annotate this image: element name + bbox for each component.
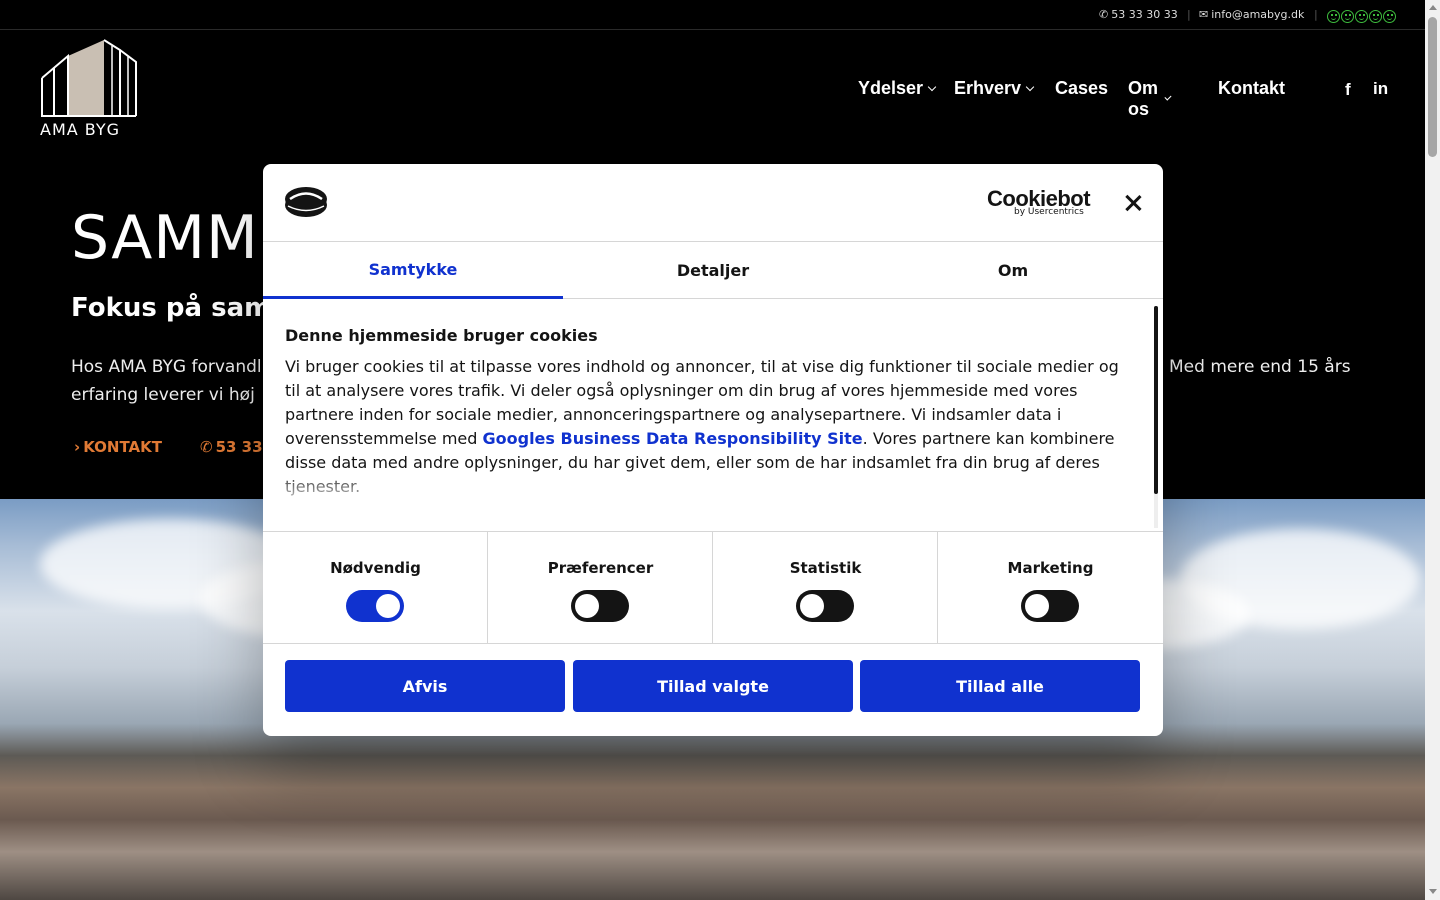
dialog-header: Cookiebot by Usercentrics	[263, 164, 1163, 242]
topbar-phone-text: 53 33 30 33	[1111, 8, 1178, 21]
toggle-statistics[interactable]	[796, 590, 854, 622]
smiley-icon	[1327, 10, 1340, 23]
toggle-label: Præferencer	[547, 559, 654, 577]
dialog-tabs: Samtykke Detaljer Om	[263, 242, 1163, 299]
hero-contact-label: KONTAKT	[83, 438, 162, 456]
chevron-down-icon	[1025, 82, 1035, 91]
chevron-down-icon	[927, 82, 937, 91]
tab-samtykke[interactable]: Samtykke	[263, 242, 563, 299]
topbar-phone-link[interactable]: ✆ 53 33 30 33	[1099, 8, 1178, 21]
top-bar: ✆ 53 33 30 33 | ✉ info@amabyg.dk |	[0, 0, 1425, 30]
hero-paragraph: Hos AMA BYG forvandl	[71, 357, 262, 377]
allow-all-button[interactable]: Tillad alle	[860, 660, 1140, 712]
smiley-rating[interactable]	[1327, 10, 1396, 23]
smiley-icon	[1369, 10, 1382, 23]
toggle-col-marketing: Marketing	[938, 532, 1163, 644]
scroll-down-icon[interactable]	[1429, 889, 1437, 894]
cookie-consent-dialog: Cookiebot by Usercentrics Samtykke Detal…	[263, 164, 1163, 736]
facebook-icon[interactable]: f	[1345, 80, 1351, 100]
nav-label: Cases	[1055, 78, 1109, 98]
nav-label: Ydelser	[858, 78, 924, 98]
toggle-label: Nødvendig	[330, 559, 421, 577]
smiley-icon	[1355, 10, 1368, 23]
topbar-separator: |	[1314, 8, 1318, 21]
chevron-down-icon	[1164, 93, 1172, 101]
phone-icon: ✆	[1099, 8, 1109, 21]
toggle-preferences[interactable]	[571, 590, 629, 622]
toggle-col-preferences: Præferencer	[488, 532, 713, 644]
logo-text: AMA BYG	[40, 120, 121, 139]
toggle-knob	[800, 594, 824, 618]
smiley-icon	[1341, 10, 1354, 23]
scroll-up-icon[interactable]	[1429, 5, 1437, 10]
nav-label: Erhverv	[954, 78, 1022, 98]
hero-paragraph-line2: erfaring leverer vi høj	[71, 385, 255, 405]
cookiebot-brand-by: by Usercentrics	[1014, 207, 1084, 217]
reject-button[interactable]: Afvis	[285, 660, 565, 712]
nav-item-cases[interactable]: Cases	[1055, 78, 1108, 99]
toggle-knob	[376, 594, 400, 618]
toggle-label: Statistik	[789, 559, 862, 577]
nav-label: Om os	[1128, 78, 1159, 119]
linkedin-icon[interactable]: in	[1373, 79, 1388, 99]
page-scrollbar[interactable]	[1425, 0, 1440, 900]
nav-item-om-os[interactable]: Om os	[1128, 78, 1172, 120]
dialog-body[interactable]: Denne hjemmeside bruger cookies Vi bruge…	[263, 300, 1163, 531]
toggle-necessary[interactable]	[346, 590, 404, 622]
allow-selected-button[interactable]: Tillad valgte	[573, 660, 853, 712]
hero-contact-link[interactable]: › KONTAKT	[74, 438, 162, 456]
topbar-separator: |	[1187, 8, 1191, 21]
scroll-thumb[interactable]	[1428, 17, 1437, 157]
mail-icon: ✉	[1199, 8, 1209, 21]
chevron-right-icon: ›	[74, 438, 81, 456]
consent-toggles: Nødvendig Præferencer Statistik Marketin…	[263, 531, 1163, 644]
hero-paragraph-end: Med mere end 15 års	[1169, 357, 1351, 377]
phone-icon: ✆	[200, 438, 213, 456]
cookiebot-logo-icon	[285, 187, 327, 217]
google-business-data-link[interactable]: Googles Business Data Responsibility Sit…	[483, 429, 863, 448]
dialog-heading: Denne hjemmeside bruger cookies	[285, 326, 598, 345]
toggle-col-statistics: Statistik	[713, 532, 938, 644]
nav-item-ydelser[interactable]: Ydelser	[858, 78, 937, 99]
toggle-col-necessary: Nødvendig	[263, 532, 488, 644]
hero-subtitle: Fokus på sam	[71, 293, 272, 323]
tab-om[interactable]: Om	[863, 242, 1163, 299]
toggle-knob	[575, 594, 599, 618]
smiley-icon	[1383, 10, 1396, 23]
topbar-email-text: info@amabyg.dk	[1211, 8, 1305, 21]
nav-item-kontakt[interactable]: Kontakt	[1218, 78, 1285, 99]
toggle-marketing[interactable]	[1021, 590, 1079, 622]
dialog-scroll-thumb[interactable]	[1154, 306, 1158, 494]
nav-item-erhverv[interactable]: Erhverv	[954, 78, 1035, 99]
close-icon[interactable]	[1123, 193, 1143, 213]
toggle-knob	[1025, 594, 1049, 618]
topbar-email-link[interactable]: ✉ info@amabyg.dk	[1199, 8, 1304, 21]
nav-label: Kontakt	[1218, 78, 1285, 98]
tab-detaljer[interactable]: Detaljer	[563, 242, 863, 299]
text-fade-overlay	[263, 470, 1143, 530]
toggle-label: Marketing	[1007, 559, 1094, 577]
